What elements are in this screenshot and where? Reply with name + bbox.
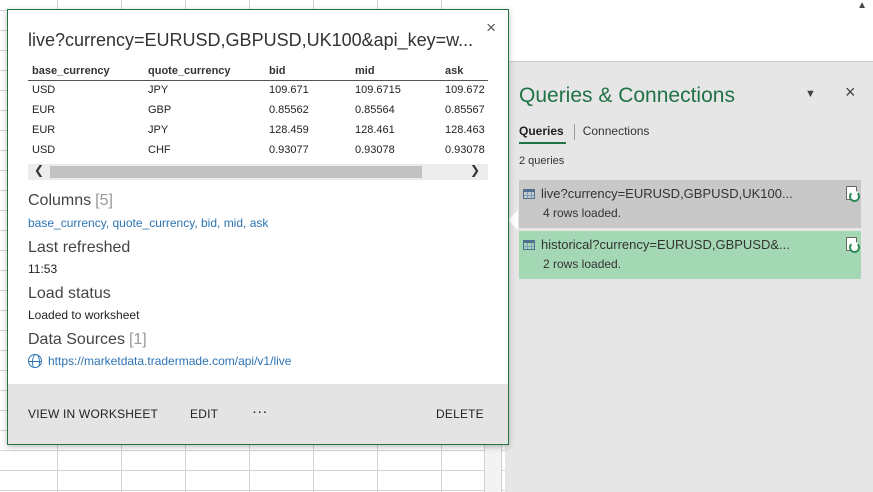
load-status-value: Loaded to worksheet [28, 308, 140, 322]
preview-horizontal-scrollbar[interactable]: ❮ ❯ [28, 163, 488, 180]
table-row: EUR JPY 128.459 128.461 128.463 [28, 120, 488, 140]
data-source-link[interactable]: https://marketdata.tradermade.com/api/v1… [48, 354, 291, 368]
peek-footer: VIEW IN WORKSHEET EDIT ··· DELETE [8, 384, 508, 444]
table-cell: GBP [148, 104, 172, 116]
tab-connections[interactable]: Connections [583, 124, 652, 142]
column-link[interactable]: mid [224, 216, 243, 230]
column-header: base_currency [28, 62, 144, 81]
pane-tabs: Queries Connections [519, 124, 651, 146]
data-source-row: https://marketdata.tradermade.com/api/v1… [28, 354, 291, 368]
data-sources-heading: Data Sources [1] [28, 331, 147, 349]
globe-icon [28, 354, 42, 368]
query-status: 2 rows loaded. [543, 257, 622, 271]
table-cell: CHF [148, 144, 171, 156]
more-options-icon[interactable]: ··· [252, 403, 268, 420]
table-cell: 109.671 [269, 84, 309, 97]
table-header-row: base_currency quote_currency bid mid ask [28, 62, 488, 81]
data-sources-heading-label: Data Sources [28, 331, 125, 348]
column-header: ask [441, 62, 488, 81]
columns-heading-label: Columns [28, 192, 92, 209]
query-item-historical[interactable]: historical?currency=EURUSD,GBPUSD&... 2 … [519, 231, 861, 279]
table-cell: 109.672 [445, 84, 485, 97]
tab-queries[interactable]: Queries [519, 124, 566, 144]
edit-button[interactable]: EDIT [190, 407, 218, 421]
table-cell: 128.461 [355, 124, 395, 136]
column-link[interactable]: base_currency [28, 216, 106, 230]
table-cell: 0.85567 [445, 104, 485, 116]
table-cell: 128.463 [445, 124, 485, 136]
tab-divider [573, 124, 575, 140]
query-count: 2 queries [519, 155, 565, 167]
sheet-scrollbar[interactable] [484, 440, 502, 492]
table-cell: 0.85564 [355, 104, 395, 116]
worksheet-top-area: ▲ [505, 0, 873, 62]
last-refreshed-heading: Last refreshed [28, 239, 131, 256]
table-row: USD JPY 109.671 109.6715 109.672 [28, 80, 488, 100]
data-sources-count: [1] [128, 331, 147, 348]
table-cell: 0.85562 [269, 104, 309, 116]
query-name: historical?currency=EURUSD,GBPUSD&... [541, 237, 790, 252]
table-cell: 0.93078 [355, 144, 395, 156]
column-link[interactable]: quote_currency [113, 216, 195, 230]
query-status: 4 rows loaded. [543, 206, 622, 220]
table-row: USD CHF 0.93077 0.93078 0.93078 [28, 140, 488, 160]
column-header: mid [351, 62, 441, 81]
data-preview: base_currency quote_currency bid mid ask… [28, 62, 488, 180]
pane-options-chevron-down-icon[interactable]: ▼ [805, 88, 816, 100]
scroll-left-icon[interactable]: ❮ [34, 163, 44, 177]
column-header: quote_currency [144, 62, 265, 81]
refresh-icon[interactable] [846, 237, 860, 253]
scroll-up-icon[interactable]: ▲ [857, 0, 867, 11]
table-cell: JPY [148, 124, 169, 136]
scrollbar-thumb[interactable] [50, 166, 422, 178]
preview-table: base_currency quote_currency bid mid ask… [28, 62, 488, 160]
table-cell: 0.93078 [445, 144, 485, 156]
table-cell: JPY [148, 84, 169, 97]
scroll-right-icon[interactable]: ❯ [470, 163, 480, 177]
pane-title: Queries & Connections [519, 84, 735, 107]
table-cell: USD [32, 84, 56, 97]
columns-count: [5] [95, 192, 113, 209]
query-name: live?currency=EURUSD,GBPUSD,UK100... [541, 186, 793, 201]
column-link[interactable]: ask [250, 216, 269, 230]
table-cell: USD [32, 144, 56, 156]
pane-close-icon[interactable]: × [845, 82, 856, 103]
queries-connections-pane: Queries & Connections ▼ × Queries Connec… [505, 62, 873, 492]
table-cell: 128.459 [269, 124, 309, 136]
table-cell: 0.93077 [269, 144, 309, 156]
column-header: bid [265, 62, 351, 81]
table-icon [523, 239, 535, 250]
peek-close-icon[interactable]: × [486, 18, 496, 38]
table-cell: EUR [32, 104, 56, 116]
view-in-worksheet-button[interactable]: VIEW IN WORKSHEET [28, 407, 158, 421]
last-refreshed-value: 11:53 [28, 262, 58, 276]
table-row: EUR GBP 0.85562 0.85564 0.85567 [28, 100, 488, 120]
load-status-heading: Load status [28, 285, 111, 302]
peek-title: live?currency=EURUSD,GBPUSD,UK100&api_ke… [28, 30, 474, 50]
columns-heading: Columns [5] [28, 192, 113, 210]
table-cell: 109.6715 [355, 84, 401, 97]
delete-button[interactable]: DELETE [436, 407, 484, 421]
column-link[interactable]: bid [201, 216, 217, 230]
refresh-icon[interactable] [846, 186, 860, 202]
query-item-live[interactable]: live?currency=EURUSD,GBPUSD,UK100... 4 r… [519, 180, 861, 228]
table-cell: EUR [32, 124, 56, 136]
peek-pointer [508, 210, 518, 230]
columns-list: base_currency, quote_currency, bid, mid,… [28, 216, 269, 230]
table-icon [523, 188, 535, 199]
query-peek-card: × live?currency=EURUSD,GBPUSD,UK100&api_… [7, 9, 509, 445]
